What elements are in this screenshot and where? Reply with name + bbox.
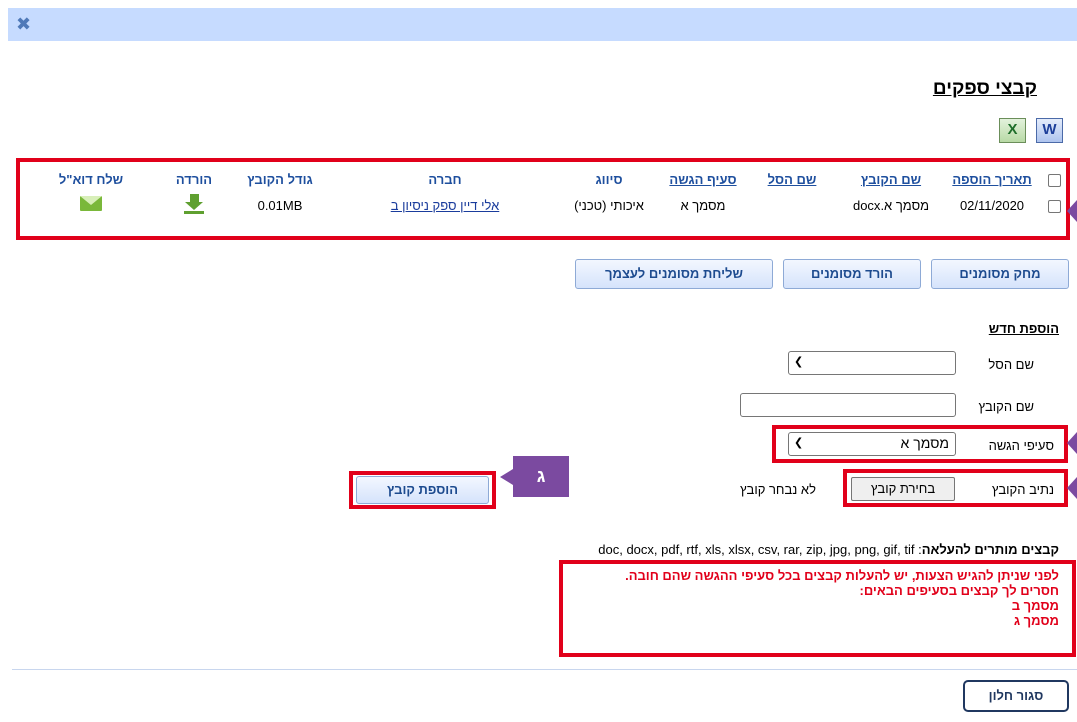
- filename-input[interactable]: [740, 393, 956, 417]
- download-selected-button[interactable]: הורד מסומנים: [783, 259, 921, 289]
- basket-label: שם הסל: [988, 357, 1034, 372]
- add-file-button[interactable]: הוספת קובץ: [356, 476, 489, 504]
- chevron-down-icon: ❯: [794, 437, 804, 449]
- basket-select[interactable]: ❯: [788, 351, 956, 375]
- row-mail-cell: [24, 190, 158, 220]
- table-row: 02/11/2020 מסמך א.docx מסמך א איכותי (טכ…: [24, 190, 1070, 220]
- header-section[interactable]: סעיף הגשה: [658, 168, 748, 190]
- files-table: תאריך הוספה שם הקובץ שם הסל סעיף הגשה סי…: [24, 168, 1070, 220]
- callout-tag: ג: [500, 456, 569, 497]
- allowed-files-types: doc, docx, pdf, rtf, xls, xlsx, csv, rar…: [598, 542, 915, 557]
- callout-pointer-section: [1067, 432, 1077, 454]
- section-select[interactable]: מסמך א ❯: [788, 432, 956, 456]
- allowed-files-label: קבצים מותרים להעלאה: [921, 542, 1059, 557]
- row-size: 0.01MB: [257, 197, 303, 213]
- envelope-icon[interactable]: [80, 196, 102, 211]
- header-classification: סיווג: [595, 171, 623, 187]
- word-icon[interactable]: W: [1036, 118, 1063, 143]
- download-icon[interactable]: [183, 193, 205, 215]
- missing-item: מסמך ב: [1011, 598, 1059, 613]
- header-date[interactable]: תאריך הוספה: [946, 168, 1038, 190]
- row-download-cell: [158, 190, 230, 220]
- section-label: סעיפי הגשה: [988, 438, 1054, 453]
- warning-line-2: חסרים לך קבצים בסעיפים הבאים:: [859, 583, 1060, 598]
- header-bar: ✖: [8, 8, 1077, 41]
- header-download: הורדה: [175, 171, 213, 187]
- choose-file-button[interactable]: בחירת קובץ: [851, 477, 955, 501]
- header-filename[interactable]: שם הקובץ: [836, 168, 946, 190]
- allowed-files-text: קבצים מותרים להעלאה: doc, docx, pdf, rtf…: [598, 542, 1059, 557]
- warning-message: לפני שניתן להגיש הצעות, יש להעלות קבצים …: [625, 568, 1059, 628]
- delete-selected-button[interactable]: מחק מסומנים: [931, 259, 1069, 289]
- header-company: חברה: [428, 171, 462, 187]
- select-all-cell: [1038, 168, 1070, 190]
- select-all-checkbox[interactable]: [1047, 173, 1061, 187]
- row-company-cell: אלי דיין ספק ניסיון ב: [330, 190, 560, 220]
- close-icon[interactable]: ✖: [16, 14, 31, 34]
- send-selected-to-self-button[interactable]: שליחת מסומנים לעצמך: [575, 259, 773, 289]
- section-select-value: מסמך א: [900, 435, 949, 451]
- warning-line-1: לפני שניתן להגיש הצעות, יש להעלות קבצים …: [625, 568, 1059, 583]
- chevron-down-icon: ❯: [794, 356, 804, 368]
- row-basket: [748, 190, 836, 220]
- missing-item: מסמך ג: [1013, 613, 1059, 628]
- page-title: קבצי ספקים: [932, 78, 1037, 99]
- callout-pointer-path: [1067, 477, 1077, 499]
- excel-icon[interactable]: X: [999, 118, 1026, 143]
- header-basket[interactable]: שם הסל: [748, 168, 836, 190]
- row-checkbox[interactable]: [1047, 199, 1061, 213]
- path-label: נתיב הקובץ: [991, 482, 1054, 497]
- company-link[interactable]: אלי דיין ספק ניסיון ב: [391, 198, 500, 213]
- header-send-mail: שלח דוא"ל: [58, 171, 124, 187]
- row-select-cell: [1038, 190, 1070, 220]
- table-header-row: תאריך הוספה שם הקובץ שם הסל סעיף הגשה סי…: [24, 168, 1070, 190]
- row-filename: מסמך א.docx: [852, 197, 930, 213]
- row-classification: איכותי (טכני): [574, 197, 644, 213]
- header-size: גודל הקובץ: [247, 171, 313, 187]
- close-window-button[interactable]: סגור חלון: [963, 680, 1069, 712]
- add-new-title: הוספת חדש: [988, 321, 1059, 336]
- filename-label: שם הקובץ: [978, 399, 1034, 414]
- row-date: 02/11/2020: [959, 197, 1025, 213]
- row-section: מסמך א: [680, 197, 726, 213]
- divider: [12, 669, 1077, 670]
- export-icons: X W: [999, 118, 1063, 143]
- no-file-chosen-text: לא נבחר קובץ: [740, 482, 816, 497]
